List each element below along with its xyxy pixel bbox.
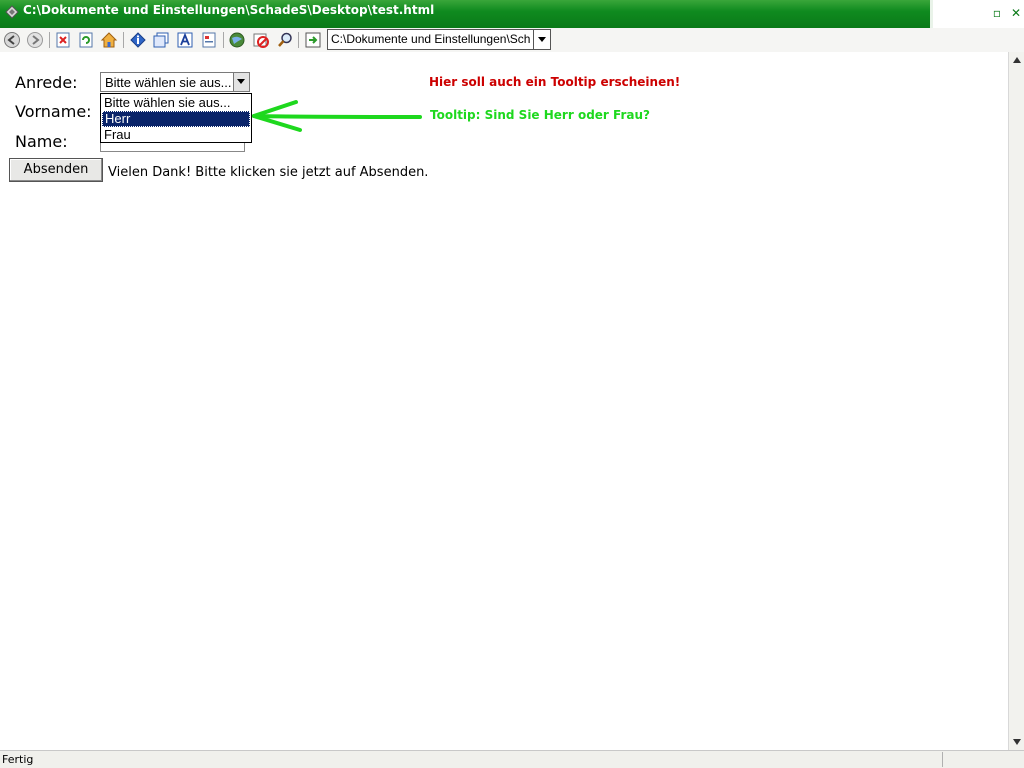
- address-input[interactable]: C:\Dokumente und Einstellungen\Schade: [331, 32, 531, 46]
- block-icon[interactable]: [252, 31, 270, 49]
- status-bar: Fertig: [0, 750, 1024, 768]
- refresh-icon[interactable]: [77, 31, 95, 49]
- anrede-label: Anrede:: [15, 73, 78, 92]
- green-arrow-icon: [252, 100, 422, 132]
- status-text: Fertig: [2, 753, 34, 766]
- vertical-scrollbar[interactable]: [1008, 52, 1024, 750]
- name-label: Name:: [15, 132, 68, 151]
- globe-icon[interactable]: [228, 31, 246, 49]
- toolbar-separator: [123, 32, 124, 48]
- address-combobox[interactable]: C:\Dokumente und Einstellungen\Schade: [327, 29, 551, 50]
- windows-icon[interactable]: [152, 31, 170, 49]
- absenden-button[interactable]: Absenden: [9, 158, 103, 182]
- title-bar: C:\Dokumente und Einstellungen\SchadeS\D…: [0, 0, 1024, 28]
- font-icon[interactable]: [176, 31, 194, 49]
- toolbar-separator: [298, 32, 299, 48]
- red-annotation: Hier soll auch ein Tooltip erscheinen!: [429, 75, 681, 89]
- select-dropdown-button[interactable]: [233, 73, 249, 91]
- vorname-label: Vorname:: [15, 102, 92, 121]
- scroll-up-button[interactable]: [1010, 53, 1024, 67]
- anrede-select-value: Bitte wählen sie aus...: [105, 75, 232, 90]
- toolbar-separator: [49, 32, 50, 48]
- thanks-text: Vielen Dank! Bitte klicken sie jetzt auf…: [108, 165, 429, 180]
- anrede-dropdown-list: Bitte wählen sie aus... Herr Frau: [100, 93, 252, 143]
- anrede-select[interactable]: Bitte wählen sie aus...: [100, 72, 250, 92]
- status-cell: [942, 752, 1022, 767]
- address-dropdown-button[interactable]: [533, 30, 550, 49]
- forward-icon[interactable]: [26, 31, 44, 49]
- home-icon[interactable]: [100, 31, 118, 49]
- window-controls: ▫ ✕: [930, 0, 1024, 28]
- green-annotation: Tooltip: Sind Sie Herr oder Frau?: [430, 108, 650, 122]
- scroll-down-button[interactable]: [1010, 735, 1024, 749]
- option-herr[interactable]: Herr: [102, 111, 250, 127]
- window-title: C:\Dokumente und Einstellungen\SchadeS\D…: [23, 3, 435, 17]
- search-icon[interactable]: [276, 31, 294, 49]
- page-icon[interactable]: [200, 31, 218, 49]
- toolbar-separator: [223, 32, 224, 48]
- page-content: Anrede: Vorname: Name: Bitte wählen sie …: [0, 52, 1008, 750]
- minimize-button[interactable]: ▫: [988, 4, 1006, 22]
- option-frau[interactable]: Frau: [102, 127, 250, 143]
- back-icon[interactable]: [3, 31, 21, 49]
- go-icon[interactable]: [304, 31, 322, 49]
- info-icon[interactable]: [129, 31, 147, 49]
- option-placeholder[interactable]: Bitte wählen sie aus...: [102, 95, 250, 111]
- close-button[interactable]: ✕: [1007, 4, 1024, 22]
- stop-icon[interactable]: [54, 31, 72, 49]
- app-icon: [5, 5, 19, 19]
